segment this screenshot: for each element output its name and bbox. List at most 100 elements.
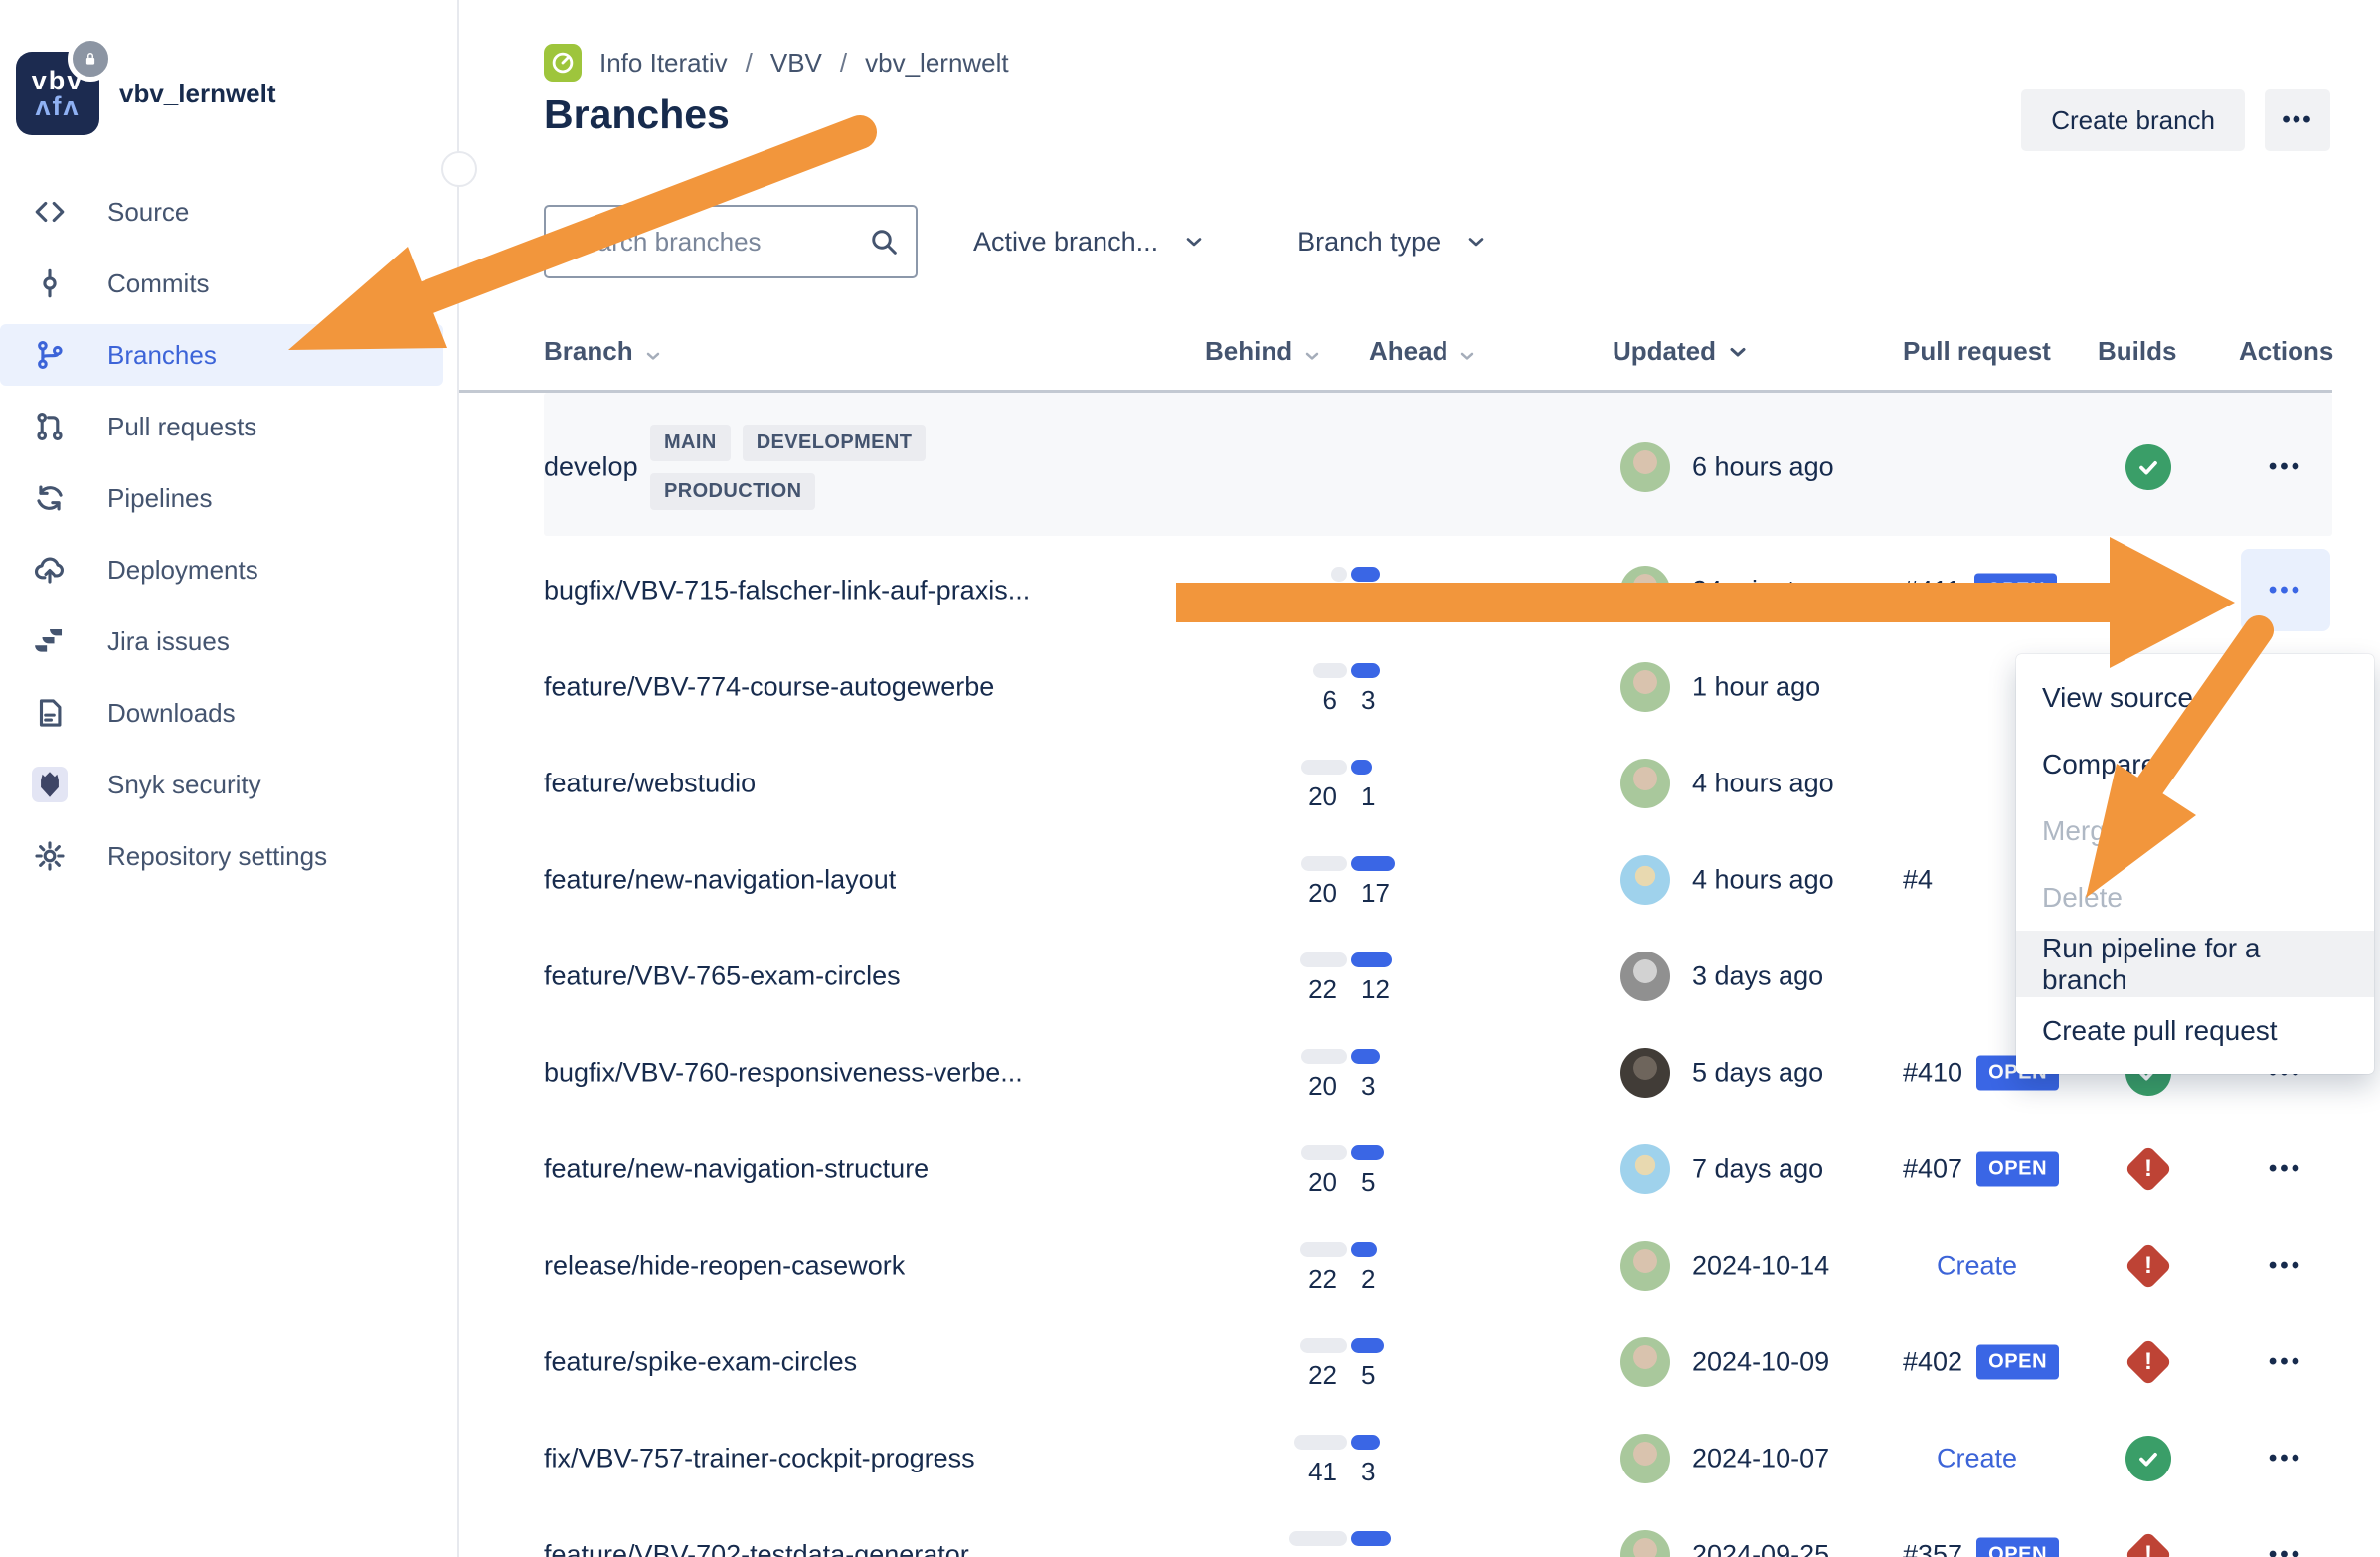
behind-bar bbox=[1301, 1049, 1347, 1064]
repo-name[interactable]: vbv_lernwelt bbox=[119, 79, 276, 109]
branch-badges: MAINDEVELOPMENTPRODUCTION bbox=[650, 425, 958, 510]
sidebar-item-commits[interactable]: Commits bbox=[0, 253, 443, 314]
row-actions-button[interactable]: ••• bbox=[2241, 400, 2330, 535]
pull-request-cell: #407 OPEN bbox=[1903, 1151, 2059, 1186]
repo-avatar[interactable]: vbv ʌfʌ bbox=[16, 52, 99, 135]
build-status-icon[interactable]: ! bbox=[2125, 1243, 2171, 1289]
branch-name-link[interactable]: develop bbox=[544, 452, 638, 483]
branch-name-link[interactable]: feature/VBV-702-testdata-generator bbox=[544, 1539, 969, 1557]
search-input[interactable] bbox=[546, 207, 916, 276]
sidebar-item-pipelines[interactable]: Pipelines bbox=[0, 467, 443, 529]
ahead-bar bbox=[1351, 663, 1380, 678]
sidebar-item-label: Pull requests bbox=[107, 412, 256, 442]
pr-number-link[interactable]: #402 bbox=[1903, 1346, 1962, 1377]
updated-text: 4 hours ago bbox=[1692, 768, 1834, 798]
pr-status-badge[interactable]: OPEN bbox=[1976, 1537, 2059, 1557]
branch-name-link[interactable]: feature/webstudio bbox=[544, 768, 756, 798]
pr-status-badge[interactable]: OPEN bbox=[1976, 1151, 2059, 1186]
row-actions-button[interactable]: ••• bbox=[2241, 549, 2330, 631]
row-actions-button[interactable]: ••• bbox=[2241, 1224, 2330, 1306]
branch-name-link[interactable]: feature/VBV-765-exam-circles bbox=[544, 960, 901, 991]
row-actions-button[interactable]: ••• bbox=[2241, 1127, 2330, 1210]
create-pr-link[interactable]: Create bbox=[1937, 1250, 2017, 1281]
branch-name-link[interactable]: release/hide-reopen-casework bbox=[544, 1250, 905, 1281]
pr-number-link[interactable]: #4 bbox=[1903, 864, 1933, 895]
create-pr-link[interactable]: Create bbox=[1937, 1443, 2017, 1473]
build-status-icon[interactable]: ! bbox=[2125, 1339, 2171, 1385]
branch-row: release/hide-reopen-casework2222024-10-1… bbox=[459, 1217, 2380, 1313]
pr-status-badge[interactable]: OPEN bbox=[1974, 573, 2057, 607]
branch-type-filter[interactable]: Branch type bbox=[1297, 227, 1488, 258]
behind-count: 68 bbox=[1308, 1553, 1337, 1557]
behind-bar bbox=[1313, 663, 1347, 678]
sidebar-item-snyk-security[interactable]: Snyk security bbox=[0, 754, 443, 815]
updated-text: 2024-10-09 bbox=[1692, 1346, 1829, 1377]
branch-name-link[interactable]: feature/new-navigation-layout bbox=[544, 864, 896, 895]
pull-request-cell: Create bbox=[1937, 1250, 2017, 1281]
commits-icon bbox=[32, 265, 68, 301]
sidebar-item-repository-settings[interactable]: Repository settings bbox=[0, 825, 443, 887]
behind-bar bbox=[1294, 1435, 1347, 1450]
column-header-behind[interactable]: Behind bbox=[1205, 336, 1322, 367]
branch-name-link[interactable]: feature/new-navigation-structure bbox=[544, 1153, 929, 1184]
column-label: Actions bbox=[2239, 336, 2333, 367]
sidebar-item-downloads[interactable]: Downloads bbox=[0, 682, 443, 744]
column-header-branch[interactable]: Branch bbox=[544, 336, 663, 367]
behind-count: 20 bbox=[1308, 878, 1337, 909]
branch-row: feature/VBV-702-testdata-generator681120… bbox=[459, 1506, 2380, 1557]
sidebar-item-pull-requests[interactable]: Pull requests bbox=[0, 396, 443, 457]
pr-status-badge[interactable]: OPEN bbox=[1976, 1344, 2059, 1379]
branch-name-link[interactable]: bugfix/VBV-760-responsiveness-verbe... bbox=[544, 1057, 1023, 1088]
create-branch-button[interactable]: Create branch bbox=[2021, 89, 2245, 151]
pr-number-link[interactable]: #411 bbox=[1903, 575, 1960, 606]
sidebar-item-jira-issues[interactable]: Jira issues bbox=[0, 610, 443, 672]
branch-name-link[interactable]: bugfix/VBV-715-falscher-link-auf-praxis.… bbox=[544, 575, 1030, 606]
updated-text: 1 hour ago bbox=[1692, 671, 1820, 702]
ahead-count: 5 bbox=[1361, 1167, 1375, 1198]
behind-count: 20 bbox=[1308, 1071, 1337, 1102]
menu-item-run-pipeline-for-a-branch[interactable]: Run pipeline for a branch bbox=[2016, 931, 2374, 997]
updated-text: 2024-09-25 bbox=[1692, 1539, 1829, 1557]
column-label: Builds bbox=[2098, 336, 2176, 367]
avatar bbox=[1620, 662, 1670, 712]
pull-request-cell: #411 OPEN bbox=[1903, 573, 2057, 607]
sidebar-collapse-handle[interactable] bbox=[441, 151, 477, 187]
pr-number-link[interactable]: #410 bbox=[1903, 1057, 1962, 1088]
breadcrumb-item[interactable]: VBV bbox=[770, 48, 822, 79]
avatar bbox=[1620, 1241, 1670, 1291]
build-status-icon[interactable]: ! bbox=[2125, 1146, 2171, 1192]
page-more-button[interactable]: ••• bbox=[2265, 89, 2330, 151]
updated-text: 4 hours ago bbox=[1692, 864, 1834, 895]
build-status-icon[interactable]: ! bbox=[2125, 568, 2171, 613]
pr-number-link[interactable]: #407 bbox=[1903, 1153, 1962, 1184]
row-actions-button[interactable]: ••• bbox=[2241, 1320, 2330, 1403]
menu-item-view-source[interactable]: View source bbox=[2016, 664, 2374, 731]
build-status-icon[interactable]: ! bbox=[2125, 1532, 2171, 1557]
column-header-ahead[interactable]: Ahead bbox=[1369, 336, 1477, 367]
behind-count: 22 bbox=[1308, 1360, 1337, 1391]
pull-requests-icon bbox=[32, 409, 68, 444]
active-branches-filter[interactable]: Active branch... bbox=[973, 227, 1206, 258]
sidebar-item-branches[interactable]: Branches bbox=[0, 324, 443, 386]
build-status-icon[interactable] bbox=[2125, 444, 2171, 490]
source-icon bbox=[32, 194, 68, 230]
column-header-updated[interactable]: Updated bbox=[1613, 336, 1750, 367]
repo-header: vbv ʌfʌ vbv_lernwelt bbox=[16, 52, 276, 135]
build-status-icon[interactable] bbox=[2125, 1436, 2171, 1481]
menu-item-create-pull-request[interactable]: Create pull request bbox=[2016, 997, 2374, 1064]
row-actions-button[interactable]: ••• bbox=[2241, 1417, 2330, 1499]
project-avatar-icon bbox=[544, 44, 582, 82]
branch-name-link[interactable]: feature/VBV-774-course-autogewerbe bbox=[544, 671, 994, 702]
row-actions-button[interactable]: ••• bbox=[2241, 1513, 2330, 1557]
ahead-bar bbox=[1351, 952, 1392, 967]
branch-name-link[interactable]: feature/spike-exam-circles bbox=[544, 1346, 857, 1377]
sidebar-item-source[interactable]: Source bbox=[0, 181, 443, 243]
pr-number-link[interactable]: #357 bbox=[1903, 1539, 1962, 1557]
breadcrumb-item[interactable]: Info Iterativ bbox=[599, 48, 728, 79]
breadcrumb-item[interactable]: vbv_lernwelt bbox=[865, 48, 1009, 79]
sidebar-item-deployments[interactable]: Deployments bbox=[0, 539, 443, 601]
branch-name-link[interactable]: fix/VBV-757-trainer-cockpit-progress bbox=[544, 1443, 975, 1473]
breadcrumb-separator: / bbox=[840, 48, 847, 79]
behind-count: 22 bbox=[1308, 1264, 1337, 1295]
menu-item-compare[interactable]: Compare bbox=[2016, 731, 2374, 797]
